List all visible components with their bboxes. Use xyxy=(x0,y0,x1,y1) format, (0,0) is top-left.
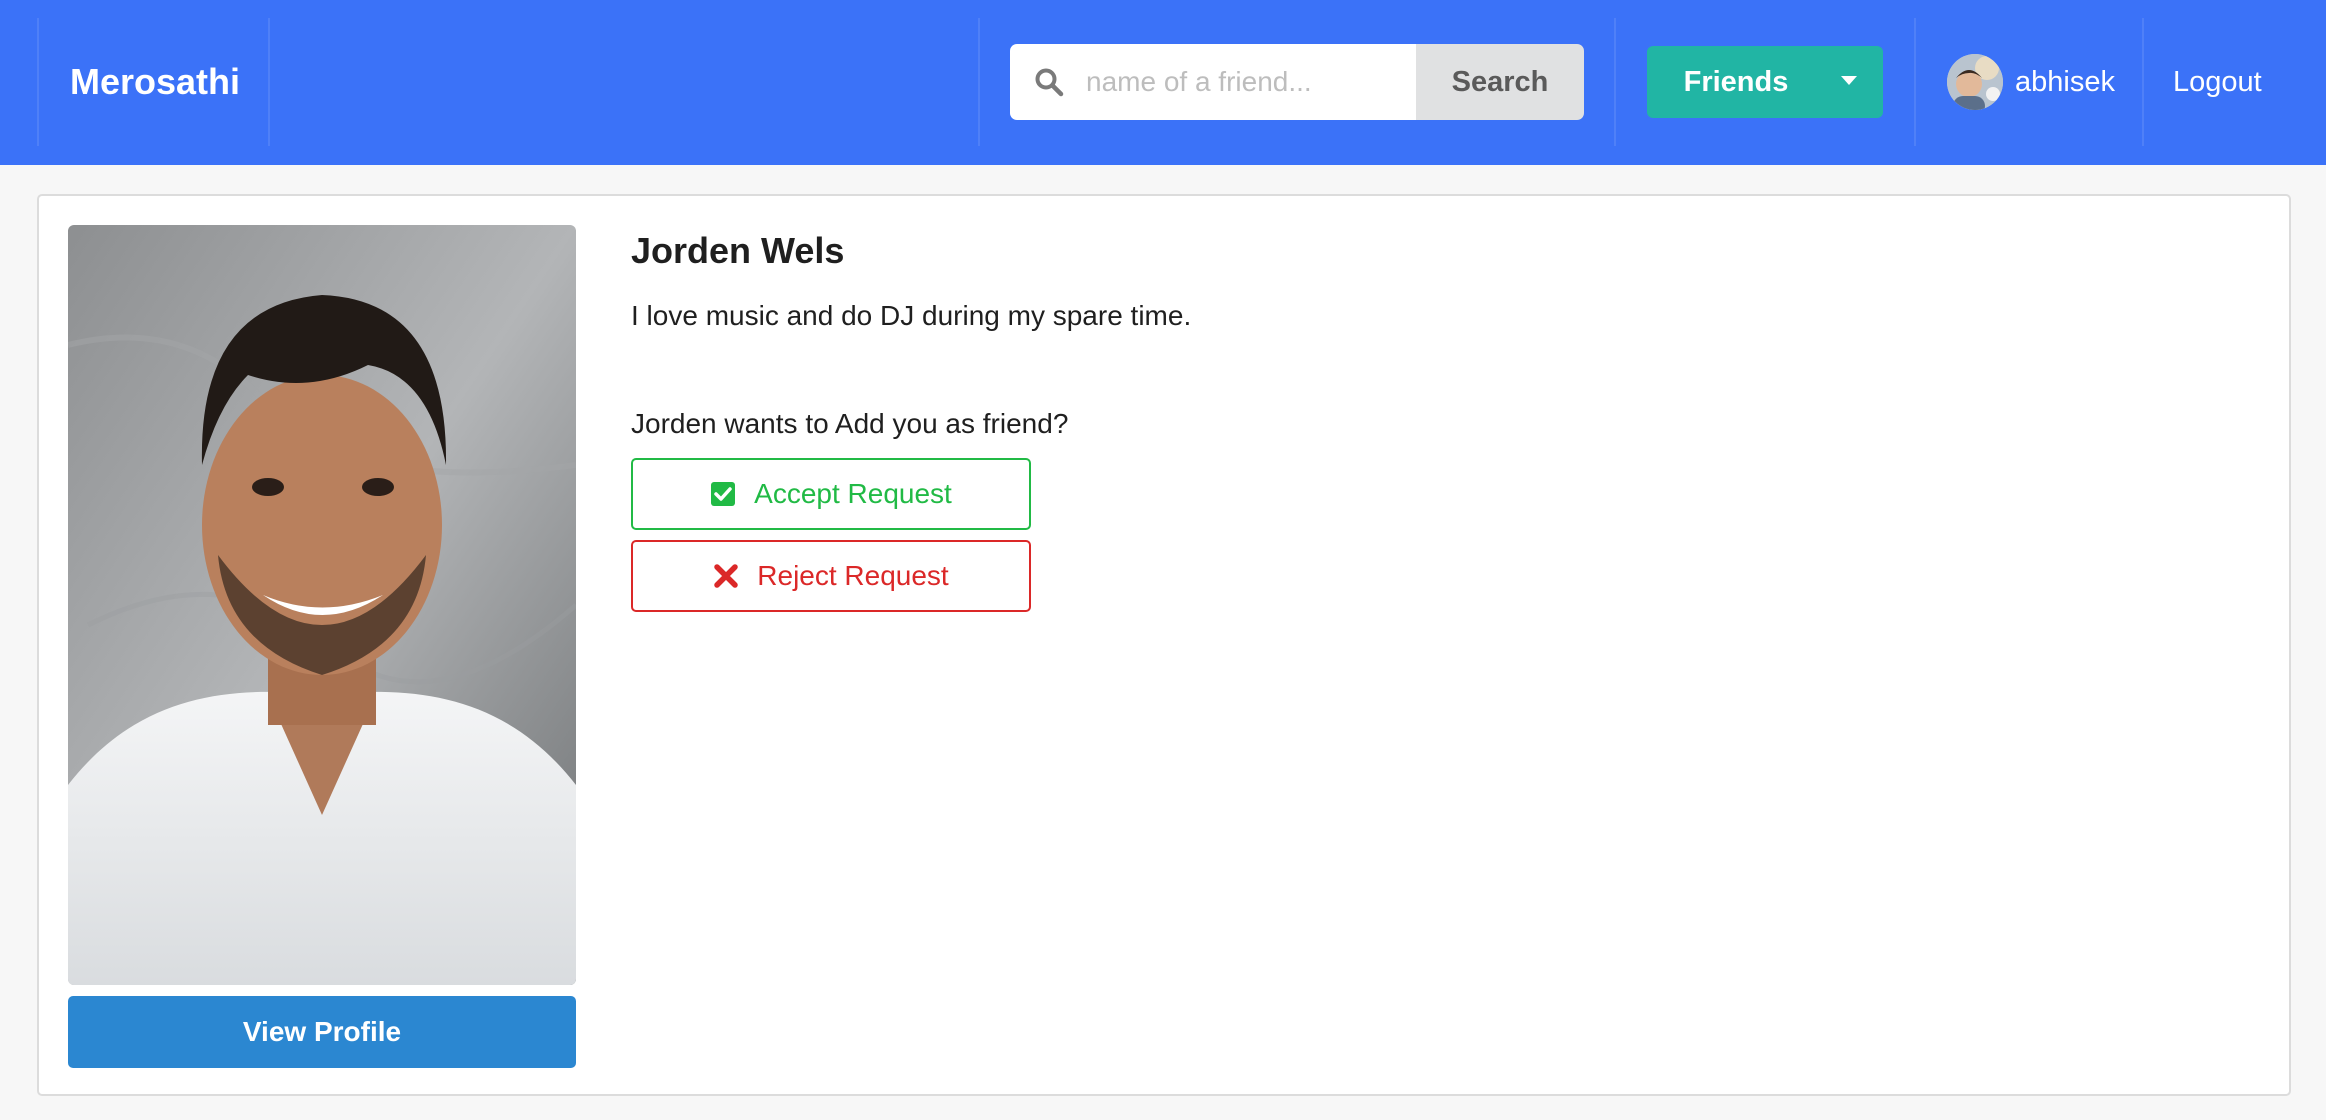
profile-bio: I love music and do DJ during my spare t… xyxy=(631,300,1192,331)
top-navbar: Merosathi Search Friends abhisek Logout xyxy=(0,0,2326,165)
nav-divider xyxy=(1914,18,1916,146)
nav-divider xyxy=(37,18,39,146)
nav-divider xyxy=(268,18,270,146)
search-button[interactable]: Search xyxy=(1416,44,1584,120)
profile-photo-image xyxy=(68,225,576,985)
close-icon xyxy=(714,564,739,588)
nav-divider xyxy=(1614,18,1616,146)
search-input[interactable] xyxy=(1010,44,1416,120)
friend-request-card: View Profile Jorden Wels I love music an… xyxy=(37,194,2291,1096)
username[interactable]: abhisek xyxy=(2015,62,2115,102)
checkbox-checked-icon xyxy=(711,482,736,506)
brand-logo[interactable]: Merosathi xyxy=(70,58,240,106)
profile-photo xyxy=(68,225,576,985)
nav-divider xyxy=(978,18,980,146)
search-icon xyxy=(1035,68,1064,97)
friends-dropdown-button[interactable]: Friends xyxy=(1647,46,1883,118)
profile-name: Jorden Wels xyxy=(631,230,845,271)
nav-divider xyxy=(2142,18,2144,146)
accept-request-label: Accept Request xyxy=(754,478,952,509)
avatar[interactable] xyxy=(1947,54,2003,110)
accept-request-button[interactable]: Accept Request xyxy=(631,458,1031,530)
reject-request-button[interactable]: Reject Request xyxy=(631,540,1031,612)
avatar-image xyxy=(1947,54,2003,110)
friends-button-label: Friends xyxy=(1683,66,1789,98)
view-profile-button[interactable]: View Profile xyxy=(68,996,576,1068)
caret-down-icon xyxy=(1841,76,1857,85)
reject-request-label: Reject Request xyxy=(757,560,949,591)
search-box xyxy=(1010,44,1416,120)
logout-link[interactable]: Logout xyxy=(2173,62,2262,102)
search-bar: Search xyxy=(1010,44,1584,120)
friend-request-prompt: Jorden wants to Add you as friend? xyxy=(631,408,1069,439)
